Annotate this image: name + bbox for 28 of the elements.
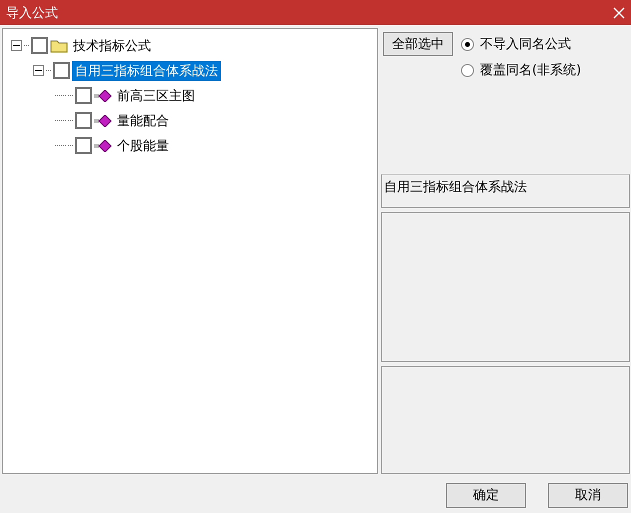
tree-item[interactable]: 自用三指标组合体系战法: [72, 60, 221, 80]
tree-item[interactable]: 技术指标公式: [70, 36, 154, 56]
checkbox[interactable]: [53, 62, 70, 79]
description-box: 自用三指标组合体系战法: [381, 174, 630, 208]
dialog-button[interactable]: 取消: [548, 482, 628, 508]
diamond-icon: [94, 140, 112, 152]
tree-item[interactable]: 前高三区主图: [114, 86, 198, 106]
folder-icon: [50, 38, 68, 52]
diamond-icon: [94, 114, 112, 126]
dialog-button[interactable]: 确定: [446, 482, 526, 508]
checkbox[interactable]: [75, 112, 92, 129]
tree-item[interactable]: 个股能量: [114, 136, 172, 156]
radio-button[interactable]: [461, 64, 474, 76]
radio-label: 不导入同名公式: [480, 36, 571, 53]
radio-option[interactable]: 不导入同名公式: [461, 35, 582, 53]
radio-label: 覆盖同名(非系统): [480, 62, 582, 79]
checkbox[interactable]: [31, 37, 48, 54]
radio-button[interactable]: [461, 38, 474, 50]
checkbox[interactable]: [75, 137, 92, 154]
close-icon[interactable]: [613, 6, 625, 18]
checkbox[interactable]: [75, 87, 92, 104]
tree-item[interactable]: 量能配合: [114, 110, 172, 130]
window-title: 导入公式: [6, 4, 58, 22]
collapse-toggle[interactable]: [11, 40, 22, 51]
collapse-toggle[interactable]: [33, 65, 44, 76]
radio-option[interactable]: 覆盖同名(非系统): [461, 61, 582, 79]
diamond-icon: [94, 90, 112, 102]
select-all-button[interactable]: 全部选中: [383, 32, 453, 56]
